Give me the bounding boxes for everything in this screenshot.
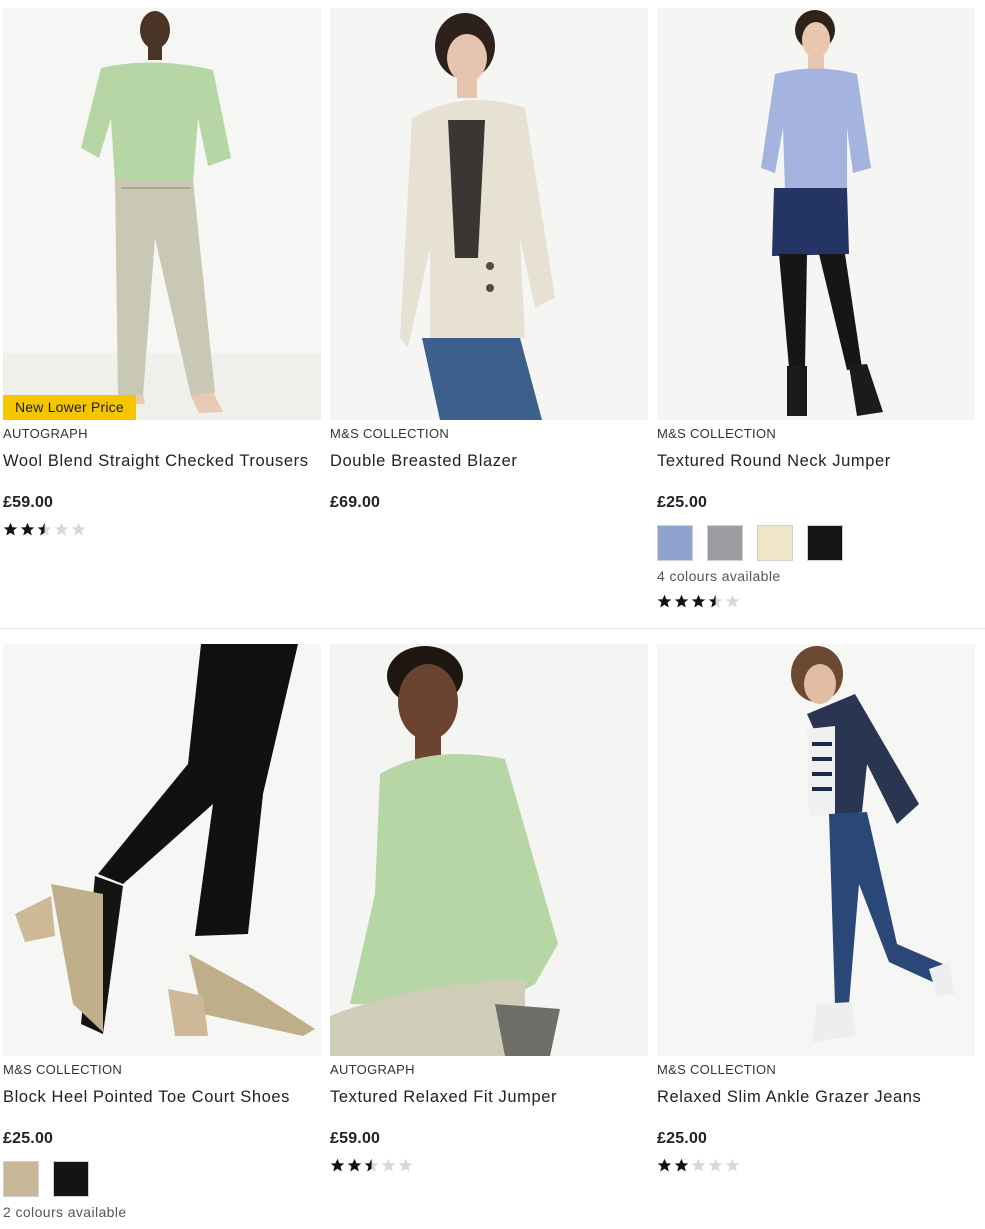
product-image[interactable] bbox=[657, 8, 975, 420]
product-card[interactable]: M&S COLLECTION Block Heel Pointed Toe Co… bbox=[3, 644, 321, 1220]
legs-nude-block-heel-shoes-icon bbox=[3, 644, 321, 1056]
colour-swatch[interactable] bbox=[807, 525, 843, 561]
product-card[interactable]: M&S COLLECTION Double Breasted Blazer £6… bbox=[330, 8, 648, 512]
product-image[interactable] bbox=[330, 8, 648, 420]
star-icon bbox=[398, 1158, 413, 1172]
product-image[interactable] bbox=[330, 644, 648, 1056]
product-price: £59.00 bbox=[3, 494, 54, 511]
colour-swatch[interactable] bbox=[53, 1161, 89, 1197]
product-brand: M&S COLLECTION bbox=[657, 1062, 777, 1077]
product-price: £25.00 bbox=[657, 494, 708, 511]
star-icon bbox=[37, 522, 52, 536]
new-lower-price-badge: New Lower Price bbox=[3, 395, 136, 420]
product-brand: AUTOGRAPH bbox=[3, 426, 88, 441]
product-price: £25.00 bbox=[657, 1130, 708, 1147]
product-card[interactable]: M&S COLLECTION Relaxed Slim Ankle Grazer… bbox=[657, 644, 975, 1174]
star-icon bbox=[691, 1158, 706, 1172]
star-icon bbox=[708, 594, 723, 608]
product-card[interactable]: M&S COLLECTION Textured Round Neck Jumpe… bbox=[657, 8, 975, 610]
model-green-knit-jumper-icon bbox=[330, 644, 648, 1056]
product-row-1: New Lower Price AUTOGRAPH Wool Blend Str… bbox=[0, 0, 985, 628]
star-icon bbox=[708, 1158, 723, 1172]
star-rating bbox=[3, 522, 321, 538]
star-icon bbox=[364, 1158, 379, 1172]
model-denim-jacket-jeans-icon bbox=[657, 644, 975, 1056]
star-icon bbox=[657, 594, 672, 608]
product-title[interactable]: Relaxed Slim Ankle Grazer Jeans bbox=[657, 1087, 975, 1129]
colour-swatch[interactable] bbox=[707, 525, 743, 561]
model-green-jumper-checked-trousers-icon bbox=[3, 8, 321, 420]
star-icon bbox=[691, 594, 706, 608]
colours-available: 2 colours available bbox=[3, 1204, 127, 1220]
product-title[interactable]: Block Heel Pointed Toe Court Shoes bbox=[3, 1087, 321, 1129]
product-title[interactable]: Textured Round Neck Jumper bbox=[657, 451, 975, 493]
product-brand: M&S COLLECTION bbox=[657, 426, 777, 441]
product-title[interactable]: Textured Relaxed Fit Jumper bbox=[330, 1087, 648, 1129]
colours-available: 4 colours available bbox=[657, 568, 781, 584]
colour-swatch[interactable] bbox=[3, 1161, 39, 1197]
product-price: £25.00 bbox=[3, 1130, 54, 1147]
star-icon bbox=[54, 522, 69, 536]
colour-swatches bbox=[657, 525, 975, 561]
star-icon bbox=[20, 522, 35, 536]
colour-swatches bbox=[3, 1161, 321, 1197]
star-icon bbox=[657, 1158, 672, 1172]
product-card[interactable]: New Lower Price AUTOGRAPH Wool Blend Str… bbox=[3, 8, 321, 538]
star-rating bbox=[330, 1158, 648, 1174]
product-brand: M&S COLLECTION bbox=[330, 426, 450, 441]
colour-swatch[interactable] bbox=[757, 525, 793, 561]
star-icon bbox=[674, 594, 689, 608]
star-icon bbox=[330, 1158, 345, 1172]
product-row-2: M&S COLLECTION Block Heel Pointed Toe Co… bbox=[0, 636, 985, 1229]
star-icon bbox=[381, 1158, 396, 1172]
star-icon bbox=[725, 1158, 740, 1172]
star-icon bbox=[3, 522, 18, 536]
product-image[interactable] bbox=[3, 644, 321, 1056]
star-icon bbox=[71, 522, 86, 536]
product-image[interactable] bbox=[657, 644, 975, 1056]
star-rating bbox=[657, 1158, 975, 1174]
star-rating bbox=[657, 594, 975, 610]
product-brand: M&S COLLECTION bbox=[3, 1062, 123, 1077]
model-blue-jumper-navy-skirt-icon bbox=[657, 8, 975, 420]
product-card[interactable]: AUTOGRAPH Textured Relaxed Fit Jumper £5… bbox=[330, 644, 648, 1174]
model-cream-blazer-jeans-icon bbox=[330, 8, 648, 420]
star-icon bbox=[347, 1158, 362, 1172]
star-icon bbox=[674, 1158, 689, 1172]
row-divider bbox=[0, 628, 985, 629]
star-icon bbox=[725, 594, 740, 608]
product-price: £69.00 bbox=[330, 494, 381, 511]
product-title[interactable]: Wool Blend Straight Checked Trousers bbox=[3, 451, 321, 493]
product-title[interactable]: Double Breasted Blazer bbox=[330, 451, 648, 493]
product-brand: AUTOGRAPH bbox=[330, 1062, 415, 1077]
colour-swatch[interactable] bbox=[657, 525, 693, 561]
product-image[interactable]: New Lower Price bbox=[3, 8, 321, 420]
product-price: £59.00 bbox=[330, 1130, 381, 1147]
